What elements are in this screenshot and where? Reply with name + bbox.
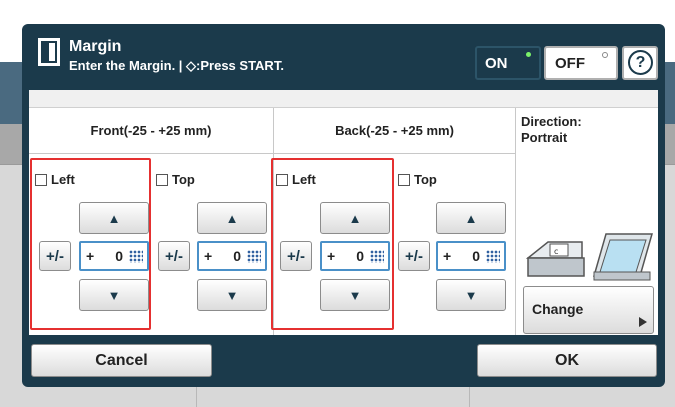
column-separator xyxy=(515,108,516,335)
plus-minus-icon: +/- xyxy=(165,247,183,265)
margin-panel: Front(-25 - +25 mm) Back(-25 - +25 mm) D… xyxy=(29,90,658,335)
value-sign: + xyxy=(204,248,213,264)
direction-label-text: Direction: xyxy=(521,114,582,129)
direction-value: Portrait xyxy=(521,130,568,145)
back-top-label: Top xyxy=(414,172,437,187)
help-icon: ? xyxy=(628,50,653,75)
background-top xyxy=(0,0,675,20)
keypad-icon xyxy=(486,250,500,263)
on-button[interactable]: ON xyxy=(475,46,541,80)
back-top-down-button[interactable]: ▼ xyxy=(436,279,506,311)
back-header: Back(-25 - +25 mm) xyxy=(274,108,515,154)
svg-text:c: c xyxy=(554,247,558,256)
scanner-direction-icon: c xyxy=(526,233,653,281)
cancel-button[interactable]: Cancel xyxy=(31,344,212,377)
back-top-value-field[interactable]: + 0 xyxy=(436,241,506,271)
plus-minus-icon: +/- xyxy=(405,247,423,265)
dialog-title: Margin xyxy=(69,38,122,55)
front-top-down-button[interactable]: ▼ xyxy=(197,279,267,311)
ok-button[interactable]: OK xyxy=(477,344,657,377)
front-top-checkbox[interactable]: Top xyxy=(156,172,195,187)
change-arrow-icon xyxy=(639,317,647,327)
dialog-instruction: Enter the Margin. | ◇:Press START. xyxy=(69,58,284,73)
value-number: 0 xyxy=(233,248,241,264)
change-button-label: Change xyxy=(532,301,584,317)
direction-label: Direction: Portrait xyxy=(521,114,582,146)
down-arrow-icon: ▼ xyxy=(225,287,239,303)
back-top-checkbox[interactable]: Top xyxy=(398,172,437,187)
dialog-header: Margin Enter the Margin. | ◇:Press START… xyxy=(22,24,665,86)
checkbox-icon xyxy=(156,173,168,186)
value-sign: + xyxy=(443,248,452,264)
up-arrow-icon: ▲ xyxy=(225,210,239,226)
keypad-icon xyxy=(247,250,261,263)
off-indicator-icon xyxy=(602,52,608,58)
checkbox-icon xyxy=(398,173,410,186)
back-left-highlight xyxy=(271,158,394,330)
help-button[interactable]: ? xyxy=(622,46,658,80)
front-top-value-field[interactable]: + 0 xyxy=(197,241,267,271)
margin-page-icon xyxy=(38,38,60,66)
off-button[interactable]: OFF xyxy=(544,46,618,80)
front-top-up-button[interactable]: ▲ xyxy=(197,202,267,234)
back-top-up-button[interactable]: ▲ xyxy=(436,202,506,234)
up-arrow-icon: ▲ xyxy=(464,210,478,226)
value-number: 0 xyxy=(472,248,480,264)
front-header: Front(-25 - +25 mm) xyxy=(29,108,273,154)
back-top-plusminus-button[interactable]: +/- xyxy=(398,241,430,271)
front-top-plusminus-button[interactable]: +/- xyxy=(158,241,190,271)
front-top-label: Top xyxy=(172,172,195,187)
panel-subbar xyxy=(29,90,658,108)
on-indicator-icon xyxy=(526,52,531,57)
off-button-label: OFF xyxy=(555,55,585,72)
change-direction-button[interactable]: Change xyxy=(523,286,654,334)
down-arrow-icon: ▼ xyxy=(464,287,478,303)
front-left-highlight xyxy=(30,158,151,330)
margin-dialog: Margin Enter the Margin. | ◇:Press START… xyxy=(22,24,665,387)
on-button-label: ON xyxy=(485,55,508,72)
